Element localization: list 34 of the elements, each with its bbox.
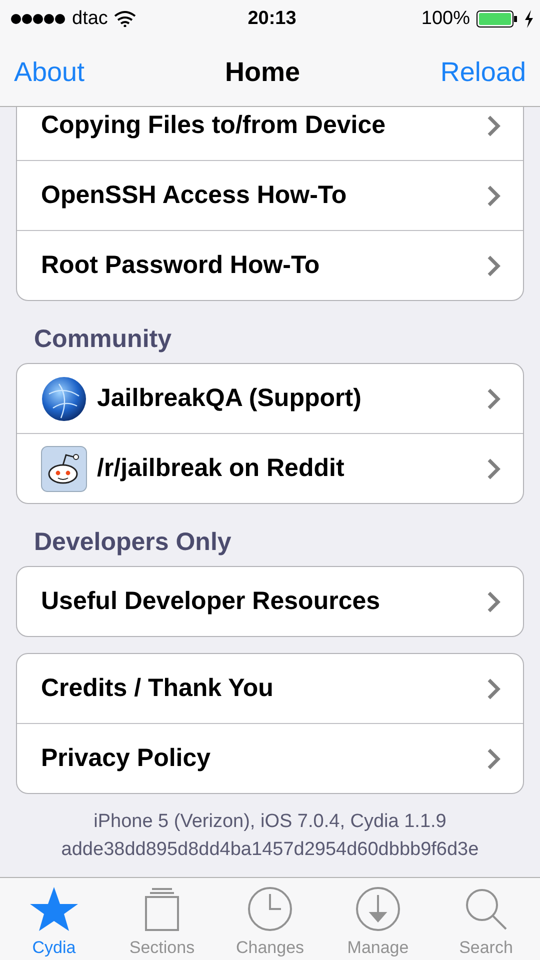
battery-icon	[476, 10, 518, 28]
globe-icon	[41, 376, 87, 422]
download-icon	[353, 884, 403, 934]
alien-icon	[41, 446, 87, 492]
nav-title: Home	[224, 56, 300, 88]
wifi-icon	[114, 11, 136, 27]
chevron-icon	[487, 748, 501, 770]
device-info: adde38dd895d8dd4ba1457d2954d60dbbb9f6d3e	[60, 838, 480, 862]
table-row[interactable]: OpenSSH Access How-To	[17, 160, 523, 230]
carrier-name: dtac	[72, 8, 108, 30]
clock-time: 20:13	[248, 8, 296, 30]
section-header: Developers Only	[33, 527, 232, 558]
clock-icon	[245, 884, 295, 934]
chevron-icon	[487, 184, 501, 206]
section-header: Community	[33, 324, 172, 355]
tab-bar-item[interactable]: Cydia	[0, 878, 108, 960]
table-row[interactable]: Privacy Policy	[17, 723, 523, 793]
chevron-icon	[487, 458, 501, 480]
table-row[interactable]: Credits / Thank You	[17, 654, 523, 723]
chevron-icon	[487, 114, 501, 136]
table-row[interactable]: /r/jailbreak on Reddit	[17, 433, 523, 503]
chevron-icon	[487, 254, 501, 276]
table-row[interactable]: Useful Developer Resources	[17, 567, 523, 636]
table-row[interactable]: JailbreakQA (Support)	[17, 364, 523, 433]
chevron-icon	[487, 388, 501, 410]
table-row[interactable]: Root Password How-To	[17, 230, 523, 300]
device-info: iPhone 5 (Verizon), iOS 7.0.4, Cydia 1.1.9	[92, 810, 448, 834]
table-row[interactable]: Copying Files to/from Device	[17, 107, 523, 160]
reload-button[interactable]: Reload	[440, 56, 526, 88]
about-button[interactable]: About	[14, 56, 85, 88]
chevron-icon	[487, 590, 501, 612]
chevron-icon	[487, 678, 501, 700]
battery-percent: 100%	[421, 8, 470, 30]
signal-icon	[10, 13, 66, 25]
